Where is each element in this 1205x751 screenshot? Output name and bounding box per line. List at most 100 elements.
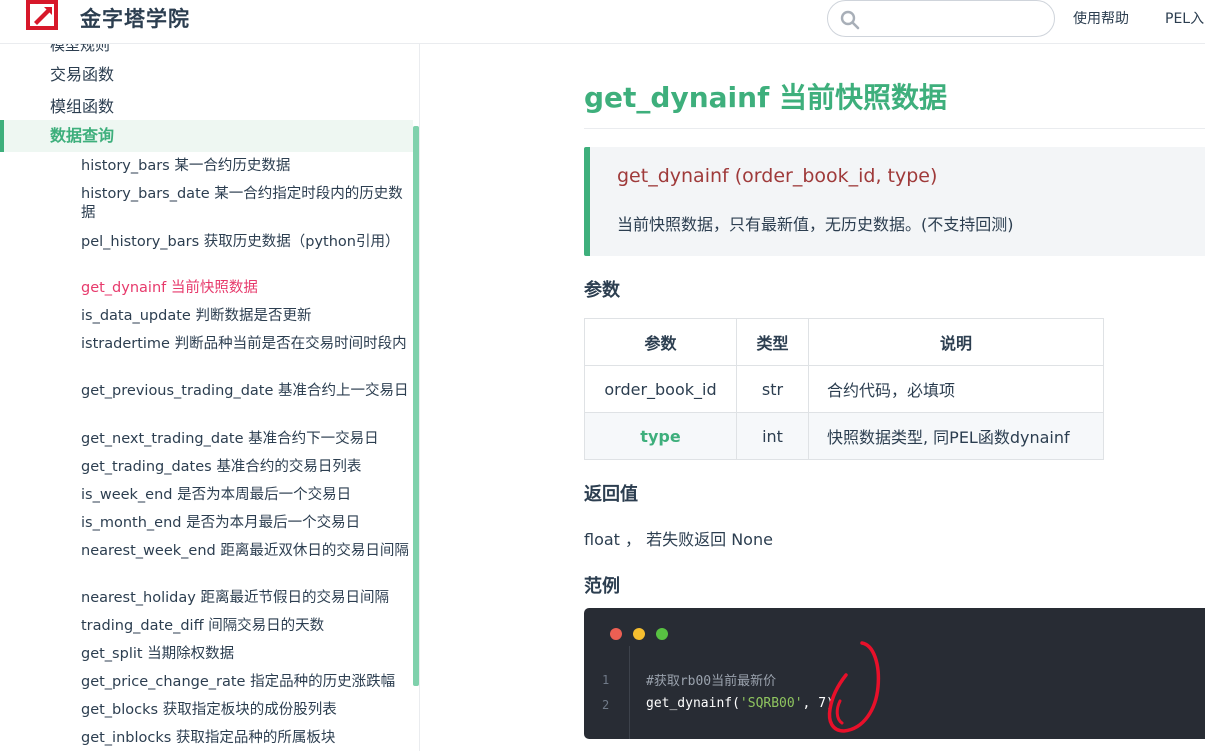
sidebar-item-is-month-end[interactable]: is_month_end 是否为本月最后一个交易日 bbox=[81, 514, 411, 533]
sidebar-item-name: is_week_end bbox=[81, 487, 173, 503]
sidebar-item-desc: 获取指定品种的所属板块 bbox=[175, 730, 336, 746]
sidebar-item-desc: 判断品种当前是否在交易时间时段内 bbox=[174, 336, 407, 352]
line-number: 1 bbox=[602, 673, 610, 687]
sidebar-scrollbar[interactable] bbox=[413, 126, 419, 686]
table-cell: int bbox=[736, 412, 809, 460]
sidebar-item-trading-date-diff[interactable]: trading_date_diff 间隔交易日的天数 bbox=[81, 617, 411, 636]
sidebar-item-get-previous-trading-date[interactable]: get_previous_trading_date 基准合约上一交易日 bbox=[81, 382, 411, 401]
table-header: 参数 bbox=[584, 318, 737, 366]
sidebar-item-istradertime[interactable]: istradertime 判断品种当前是否在交易时间时段内 bbox=[81, 335, 411, 354]
table-cell: 合约代码，必填项 bbox=[808, 365, 1104, 413]
sidebar-item-desc: 间隔交易日的天数 bbox=[208, 618, 325, 634]
line-number: 2 bbox=[602, 698, 610, 712]
sidebar-item-name: istradertime bbox=[81, 336, 170, 352]
site-title[interactable]: 金字塔学院 bbox=[80, 3, 190, 33]
sidebar-item-get-blocks[interactable]: get_blocks 获取指定板块的成份股列表 bbox=[81, 701, 411, 720]
table-cell: 快照数据类型, 同PEL函数dynainf bbox=[808, 412, 1104, 460]
sidebar-item-desc: 判断数据是否更新 bbox=[195, 308, 312, 324]
window-dot-green-icon bbox=[656, 628, 668, 640]
sidebar-group-trade[interactable]: 交易函数 bbox=[50, 61, 114, 85]
example-heading: 范例 bbox=[584, 576, 620, 597]
sidebar-item-desc: 指定品种的历史涨跌幅 bbox=[250, 674, 396, 690]
code-call-prefix: get_dynainf( bbox=[646, 696, 740, 711]
function-description: 当前快照数据，只有最新值，无历史数据。(不支持回测) bbox=[617, 215, 1014, 234]
sidebar-item-name: nearest_holiday bbox=[81, 590, 196, 606]
search-box[interactable] bbox=[827, 0, 1055, 37]
table-header-row: 参数 类型 说明 bbox=[584, 318, 1104, 366]
table-row: order_book_id str 合约代码，必填项 bbox=[584, 365, 1104, 413]
nav-help-link[interactable]: 使用帮助 bbox=[1073, 8, 1129, 28]
table-cell: str bbox=[736, 365, 809, 413]
sidebar-group-data-query[interactable]: 数据查询 bbox=[0, 120, 413, 152]
code-comment: #获取rb00当前最新价 bbox=[646, 674, 777, 689]
sidebar-item-desc: 某一合约历史数据 bbox=[174, 158, 291, 174]
params-heading: 参数 bbox=[584, 280, 620, 301]
page-title: get_dynainf 当前快照数据 bbox=[584, 81, 948, 114]
sidebar-item-desc: 获取指定板块的成份股列表 bbox=[162, 702, 337, 718]
table-header: 说明 bbox=[808, 318, 1104, 366]
sidebar-item-desc: 距离最近双休日的交易日间隔 bbox=[220, 543, 409, 559]
sidebar-item-is-week-end[interactable]: is_week_end 是否为本周最后一个交易日 bbox=[81, 486, 411, 505]
sidebar-item-name: get_split bbox=[81, 646, 143, 662]
sidebar: 模型规则 交易函数 模组函数 数据查询 history_bars 某一合约历史数… bbox=[0, 44, 420, 751]
sidebar-item-desc: 当期除权数据 bbox=[147, 646, 235, 662]
sidebar-item-nearest-week-end[interactable]: nearest_week_end 距离最近双休日的交易日间隔 bbox=[81, 542, 411, 561]
sidebar-item-get-trading-dates[interactable]: get_trading_dates 基准合约的交易日列表 bbox=[81, 458, 411, 477]
sidebar-item-history-bars-date[interactable]: history_bars_date 某一合约指定时段内的历史数据 bbox=[81, 185, 411, 223]
sidebar-item-nearest-holiday[interactable]: nearest_holiday 距离最近节假日的交易日间隔 bbox=[81, 589, 411, 608]
sidebar-item-name: get_dynainf bbox=[81, 280, 167, 296]
return-text: float ， 若失败返回 None bbox=[584, 530, 773, 549]
sidebar-item-name: is_month_end bbox=[81, 515, 182, 531]
search-input[interactable] bbox=[868, 7, 1048, 31]
window-dot-yellow-icon bbox=[633, 628, 645, 640]
table-cell: order_book_id bbox=[584, 365, 737, 413]
title-divider bbox=[584, 128, 1205, 129]
table-cell: type bbox=[584, 412, 737, 460]
nav-pel-link[interactable]: PEL入 bbox=[1165, 8, 1204, 28]
sidebar-item-name: pel_history_bars bbox=[81, 234, 200, 250]
sidebar-item-desc: 是否为本月最后一个交易日 bbox=[186, 515, 361, 531]
sidebar-item-is-data-update[interactable]: is_data_update 判断数据是否更新 bbox=[81, 307, 411, 326]
sidebar-item-get-next-trading-date[interactable]: get_next_trading_date 基准合约下一交易日 bbox=[81, 430, 411, 449]
sidebar-item-name: history_bars bbox=[81, 158, 170, 174]
sidebar-item-desc: 基准合约的交易日列表 bbox=[216, 459, 362, 475]
code-call-line: get_dynainf('SQRB00', 7) bbox=[646, 696, 834, 711]
sidebar-item-desc: 距离最近节假日的交易日间隔 bbox=[200, 590, 389, 606]
hand-drawn-circle-annotation-icon bbox=[827, 641, 881, 733]
sidebar-item-name: is_data_update bbox=[81, 308, 191, 324]
code-gutter bbox=[629, 646, 630, 739]
top-header: 金字塔学院 使用帮助 PEL入 bbox=[0, 0, 1205, 44]
table-header: 类型 bbox=[736, 318, 809, 366]
sidebar-item-name: get_previous_trading_date bbox=[81, 383, 274, 399]
sidebar-item-name: trading_date_diff bbox=[81, 618, 204, 634]
sidebar-item-desc: 基准合约下一交易日 bbox=[248, 431, 379, 447]
table-row: type int 快照数据类型, 同PEL函数dynainf bbox=[584, 412, 1104, 460]
sidebar-item-name: history_bars_date bbox=[81, 186, 210, 202]
search-icon bbox=[840, 10, 860, 30]
params-table: 参数 类型 说明 order_book_id str 合约代码，必填项 type… bbox=[584, 318, 1104, 460]
sidebar-item-get-dynainf[interactable]: get_dynainf 当前快照数据 bbox=[81, 279, 411, 298]
sidebar-item-name: get_blocks bbox=[81, 702, 159, 718]
function-signature: get_dynainf (order_book_id, type) bbox=[617, 165, 938, 187]
logo-icon[interactable] bbox=[26, 0, 58, 30]
sidebar-item-name: get_trading_dates bbox=[81, 459, 212, 475]
window-dot-red-icon bbox=[610, 628, 622, 640]
code-string-literal: 'SQRB00' bbox=[739, 696, 803, 711]
sidebar-group-cut[interactable]: 模型规则 bbox=[50, 44, 110, 55]
sidebar-item-desc: 当前快照数据 bbox=[170, 280, 258, 296]
sidebar-item-get-inblocks[interactable]: get_inblocks 获取指定品种的所属板块 bbox=[81, 729, 411, 748]
code-block[interactable]: 1 2 #获取rb00当前最新价 get_dynainf('SQRB00', 7… bbox=[584, 608, 1205, 739]
sidebar-item-name: nearest_week_end bbox=[81, 543, 216, 559]
sidebar-item-name: get_inblocks bbox=[81, 730, 172, 746]
sidebar-group-module[interactable]: 模组函数 bbox=[50, 93, 114, 117]
sidebar-item-desc: 是否为本周最后一个交易日 bbox=[177, 487, 352, 503]
main-content: get_dynainf 当前快照数据 get_dynainf (order_bo… bbox=[421, 44, 1205, 751]
return-heading: 返回值 bbox=[584, 484, 638, 505]
sidebar-item-desc: 获取历史数据（python引用） bbox=[203, 234, 400, 250]
sidebar-item-pel-history-bars[interactable]: pel_history_bars 获取历史数据（python引用） bbox=[81, 233, 411, 252]
sidebar-item-get-price-change-rate[interactable]: get_price_change_rate 指定品种的历史涨跌幅 bbox=[81, 673, 411, 692]
signature-tip-box: get_dynainf (order_book_id, type) 当前快照数据… bbox=[584, 147, 1205, 256]
sidebar-item-history-bars[interactable]: history_bars 某一合约历史数据 bbox=[81, 157, 411, 176]
sidebar-item-get-split[interactable]: get_split 当期除权数据 bbox=[81, 645, 411, 664]
sidebar-item-desc: 基准合约上一交易日 bbox=[278, 383, 409, 399]
